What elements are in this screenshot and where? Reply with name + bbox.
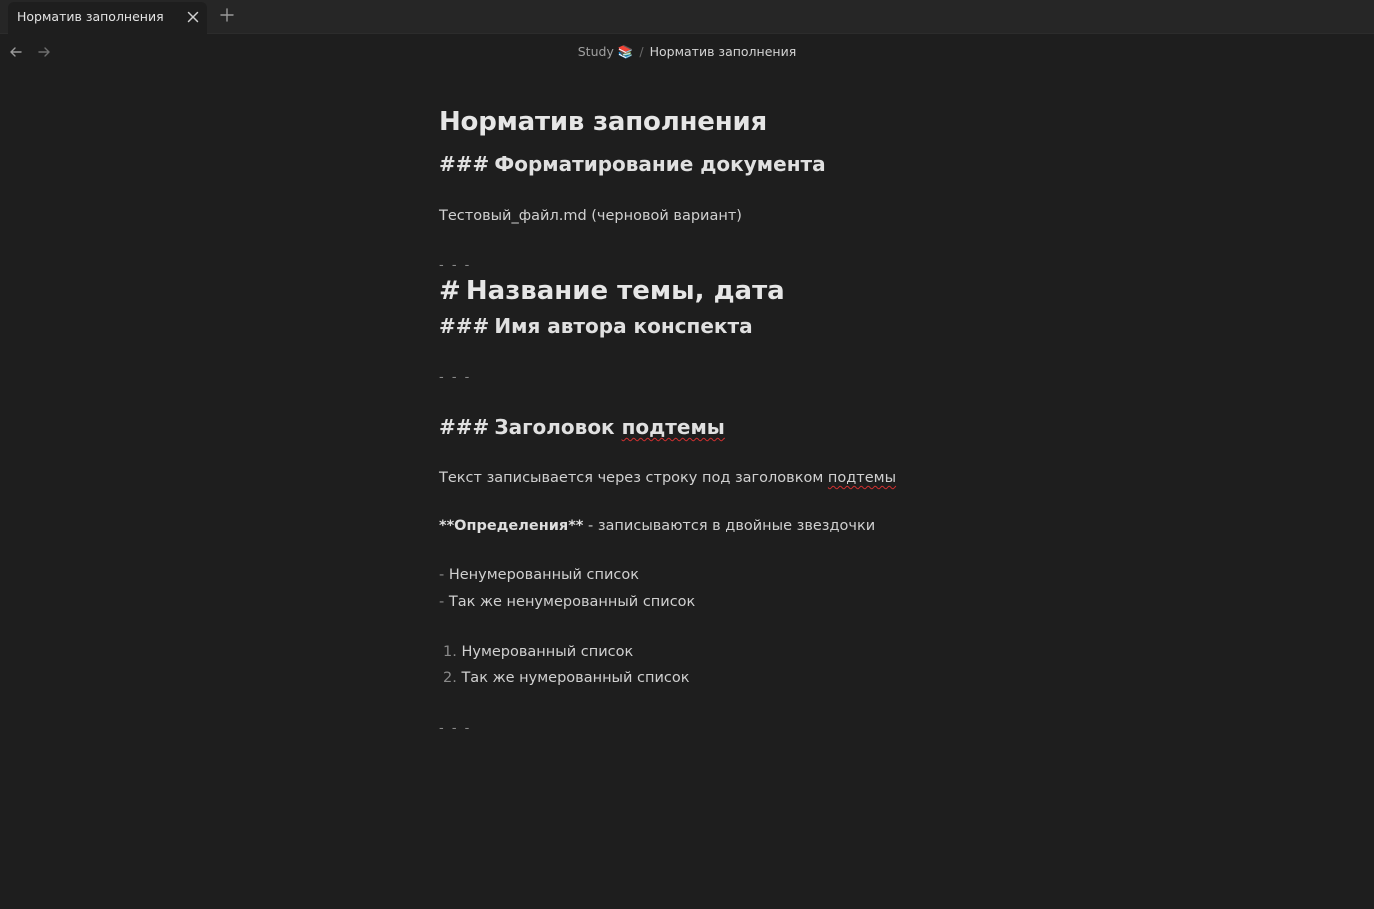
- list-item[interactable]: - Ненумерованный список: [439, 567, 639, 583]
- page-title[interactable]: Норматив заполнения: [439, 104, 979, 140]
- breadcrumb-current[interactable]: Норматив заполнения: [650, 44, 797, 59]
- list-item[interactable]: - Так же ненумерованный список: [439, 594, 695, 610]
- spellcheck-word[interactable]: подтемы: [622, 415, 725, 439]
- list-item-text: Ненумерованный список: [448, 567, 640, 583]
- list-item-text: Так же ненумерованный список: [448, 594, 696, 610]
- breadcrumb: Study 📚 / Норматив заполнения: [0, 44, 1374, 60]
- heading-subtopic[interactable]: ### Заголовок подтемы: [439, 415, 725, 439]
- definition-line[interactable]: **Определения** - записываются в двойные…: [439, 518, 875, 534]
- heading-text: Имя автора конспекта: [494, 314, 753, 338]
- editor-content[interactable]: Норматив заполнения ### Форматирование д…: [439, 104, 979, 736]
- list-item-text: Нумерованный список: [461, 644, 634, 660]
- number-marker: 2.: [443, 670, 457, 686]
- heading-topic[interactable]: # Название темы, дата: [439, 276, 785, 306]
- horizontal-rule[interactable]: - - -: [439, 721, 471, 736]
- numbered-item[interactable]: 1. Нумерованный список: [443, 644, 633, 660]
- bullet-marker: -: [439, 594, 445, 610]
- numbered-item[interactable]: 2. Так же нумерованный список: [443, 670, 690, 686]
- heading-text: Название темы, дата: [465, 276, 785, 306]
- heading-author[interactable]: ### Имя автора конспекта: [439, 314, 753, 338]
- horizontal-rule[interactable]: - - -: [439, 258, 471, 273]
- spellcheck-word[interactable]: подтемы: [828, 470, 896, 486]
- tab-title: Норматив заполнения: [17, 9, 164, 24]
- plus-icon[interactable]: [218, 6, 236, 24]
- heading-marker: #: [439, 276, 461, 306]
- file-line[interactable]: Тестовый_файл.md (черновой вариант): [439, 208, 742, 224]
- bullet-marker: -: [439, 567, 445, 583]
- heading-marker: ###: [439, 152, 490, 176]
- heading-marker: ###: [439, 314, 490, 338]
- breadcrumb-separator: /: [639, 44, 644, 59]
- breadcrumb-parent[interactable]: Study 📚: [578, 44, 634, 59]
- tab-active[interactable]: Норматив заполнения: [8, 2, 207, 34]
- definition-bold: **Определения**: [439, 518, 584, 534]
- heading-marker: ###: [439, 415, 490, 439]
- number-marker: 1.: [443, 644, 457, 660]
- nav-bar: Study 📚 / Норматив заполнения: [0, 34, 1374, 70]
- heading-text: Форматирование документа: [494, 152, 826, 176]
- heading-format[interactable]: ### Форматирование документа: [439, 152, 826, 176]
- list-item-text: Так же нумерованный список: [461, 670, 690, 686]
- close-icon[interactable]: [184, 8, 202, 26]
- tab-bar: Норматив заполнения: [0, 0, 1374, 34]
- heading-text: Заголовок: [494, 415, 622, 439]
- horizontal-rule[interactable]: - - -: [439, 370, 471, 385]
- definition-text: - записываются в двойные звездочки: [583, 518, 876, 534]
- text-content: Текст записывается через строку под заго…: [439, 470, 828, 486]
- text-line[interactable]: Текст записывается через строку под заго…: [439, 470, 896, 486]
